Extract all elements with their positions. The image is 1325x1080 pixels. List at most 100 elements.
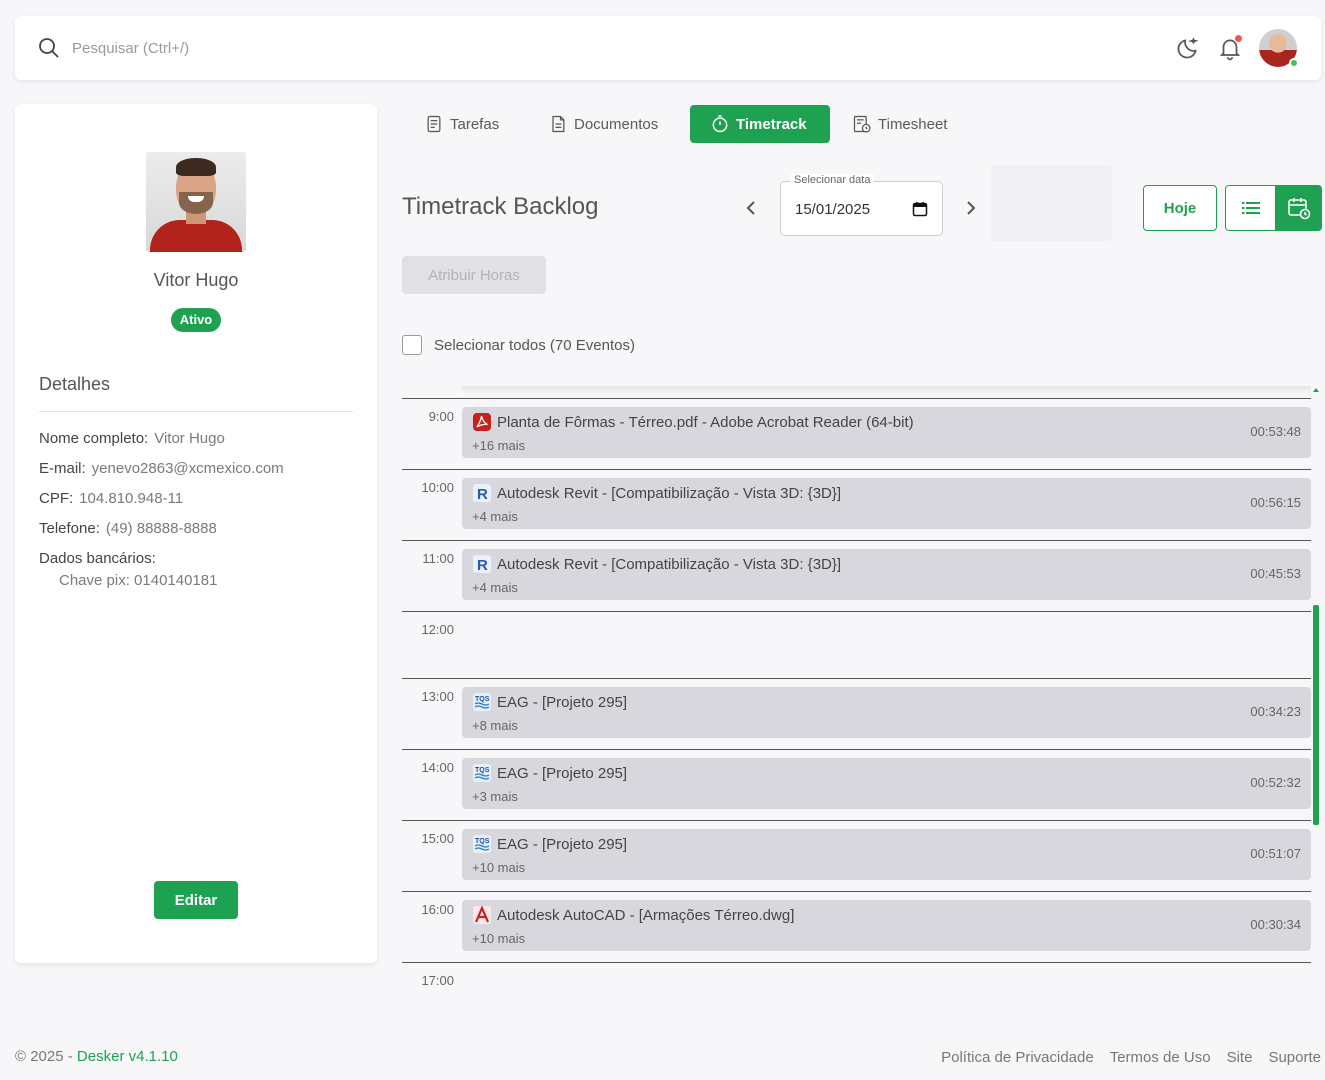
- event-title: Autodesk AutoCAD - [Armações Térreo.dwg]: [497, 907, 795, 924]
- footer-link-site[interactable]: Site: [1227, 1049, 1253, 1066]
- hour-divider: [402, 820, 1311, 821]
- detail-bank-data: Dados bancários:: [39, 550, 156, 567]
- event-more[interactable]: +4 mais: [472, 509, 518, 524]
- hour-label: 10:00: [421, 480, 454, 495]
- footer-links: Política de Privacidade Termos de Uso Si…: [941, 1049, 1321, 1066]
- brand-link[interactable]: Desker v4.1.10: [77, 1048, 178, 1065]
- detail-cpf: CPF: 104.810.948-11: [39, 490, 184, 507]
- event-title: Autodesk Revit - [Compatibilização - Vis…: [497, 485, 842, 502]
- svg-text:TQS: TQS: [475, 767, 490, 774]
- event-duration: 00:34:23: [1250, 704, 1301, 719]
- event-duration: 00:52:32: [1250, 775, 1301, 790]
- page-title: Timetrack Backlog: [402, 193, 599, 220]
- details-title: Detalhes: [39, 374, 111, 394]
- profile-card: Vitor Hugo Ativo Detalhes Nome completo:…: [15, 104, 377, 963]
- hour-divider: [402, 891, 1311, 892]
- list-icon: [1241, 202, 1260, 214]
- tab-label: Documentos: [574, 115, 659, 133]
- tab-timesheet[interactable]: Timesheet: [842, 105, 957, 143]
- tab-label: Timetrack: [736, 115, 807, 133]
- hour-divider: [402, 962, 1311, 963]
- chevron-left-icon[interactable]: [741, 196, 761, 220]
- timeline-scrollbar[interactable]: [1313, 605, 1319, 825]
- scroll-up-arrow[interactable]: [1313, 388, 1319, 392]
- hour-divider: [402, 469, 1311, 470]
- profile-name: Vitor Hugo: [153, 270, 239, 290]
- hour-divider: [402, 749, 1311, 750]
- svg-text:TQS: TQS: [475, 696, 490, 703]
- tab-timetrack[interactable]: Timetrack: [690, 105, 830, 143]
- event-title: EAG - [Projeto 295]: [497, 836, 628, 853]
- revit-icon: R: [473, 484, 491, 503]
- event-more[interactable]: +8 mais: [472, 718, 518, 733]
- select-all[interactable]: Selecionar todos (70 Eventos): [402, 335, 635, 355]
- hour-label: 16:00: [421, 902, 454, 917]
- event-card[interactable]: TQS EAG - [Projeto 295] +3 mais 00:52:32: [462, 758, 1311, 809]
- hour-label: 12:00: [421, 622, 454, 637]
- event-title: Autodesk Revit - [Compatibilização - Vis…: [497, 556, 842, 573]
- calendar-clock-icon: [1288, 198, 1311, 220]
- event-more[interactable]: +4 mais: [472, 580, 518, 595]
- event-more[interactable]: +10 mais: [472, 931, 525, 946]
- footer-copyright: © 2025 - Desker v4.1.10: [15, 1048, 178, 1065]
- calendar-view-button[interactable]: [1276, 185, 1322, 231]
- assign-hours-button[interactable]: Atribuir Horas: [402, 256, 546, 294]
- svg-text:TQS: TQS: [475, 838, 490, 845]
- hour-label: 15:00: [421, 831, 454, 846]
- chevron-right-icon[interactable]: [961, 196, 981, 220]
- edit-button[interactable]: Editar: [154, 881, 238, 919]
- notification-dot: [1235, 35, 1242, 42]
- event-card[interactable]: TQS EAG - [Projeto 295] +10 mais 00:51:0…: [462, 829, 1311, 880]
- notification-bell-icon[interactable]: [1217, 35, 1243, 61]
- event-title: Planta de Fôrmas - Térreo.pdf - Adobe Ac…: [497, 414, 914, 431]
- document-icon: [552, 115, 565, 133]
- event-duration: 00:45:53: [1250, 566, 1301, 581]
- svg-text:R: R: [477, 557, 488, 574]
- autocad-icon: [473, 905, 491, 924]
- event-title: EAG - [Projeto 295]: [497, 765, 628, 782]
- date-value[interactable]: 15/01/2025: [795, 201, 870, 218]
- event-card[interactable]: R Autodesk Revit - [Compatibilização - V…: [462, 478, 1311, 529]
- date-picker-label: Selecionar data: [790, 174, 875, 186]
- stopwatch-icon: [712, 115, 728, 133]
- detail-email: E-mail: yenevo2863@xcmexico.com: [39, 460, 284, 477]
- footer-link-privacy[interactable]: Política de Privacidade: [941, 1049, 1094, 1066]
- hour-label: 13:00: [421, 689, 454, 704]
- event-duration: 00:53:48: [1250, 424, 1301, 439]
- tab-label: Tarefas: [450, 115, 500, 133]
- select-all-checkbox[interactable]: [402, 335, 422, 355]
- footer-link-terms[interactable]: Termos de Uso: [1110, 1049, 1211, 1066]
- today-button[interactable]: Hoje: [1143, 185, 1217, 231]
- select-all-label: Selecionar todos (70 Eventos): [434, 336, 635, 354]
- user-avatar[interactable]: [1259, 29, 1299, 68]
- event-card[interactable]: Autodesk AutoCAD - [Armações Térreo.dwg]…: [462, 900, 1311, 951]
- hour-divider: [402, 611, 1311, 612]
- top-bar: [15, 16, 1321, 80]
- timesheet-icon: [853, 115, 871, 133]
- view-toggle: [1225, 185, 1322, 231]
- detail-pix-key: Chave pix: 0140140181: [59, 572, 218, 589]
- event-card[interactable]: TQS EAG - [Projeto 295] +8 mais 00:34:23: [462, 687, 1311, 738]
- online-status-dot: [1289, 58, 1299, 68]
- tqs-icon: TQS: [473, 835, 491, 853]
- search-input[interactable]: [72, 36, 472, 60]
- list-view-button[interactable]: [1225, 185, 1276, 231]
- theme-moon-icon[interactable]: [1175, 35, 1201, 61]
- event-more[interactable]: +3 mais: [472, 789, 518, 804]
- tab-documentos[interactable]: Documentos: [538, 105, 668, 143]
- search-icon: [39, 38, 59, 58]
- event-card[interactable]: Planta de Fôrmas - Térreo.pdf - Adobe Ac…: [462, 407, 1311, 458]
- hour-label: 11:00: [422, 551, 454, 566]
- event-more[interactable]: +16 mais: [472, 438, 525, 453]
- calendar-icon[interactable]: [912, 201, 928, 217]
- date-picker[interactable]: Selecionar data 15/01/2025: [780, 174, 943, 236]
- tab-tarefas[interactable]: Tarefas: [414, 105, 509, 143]
- hour-label: 17:00: [421, 973, 454, 988]
- details-divider: [39, 411, 353, 412]
- status-badge: Ativo: [171, 308, 221, 332]
- hour-divider: [402, 678, 1311, 679]
- event-card[interactable]: R Autodesk Revit - [Compatibilização - V…: [462, 549, 1311, 600]
- hour-divider: [402, 398, 1311, 399]
- event-more[interactable]: +10 mais: [472, 860, 525, 875]
- footer-link-support[interactable]: Suporte: [1268, 1049, 1321, 1066]
